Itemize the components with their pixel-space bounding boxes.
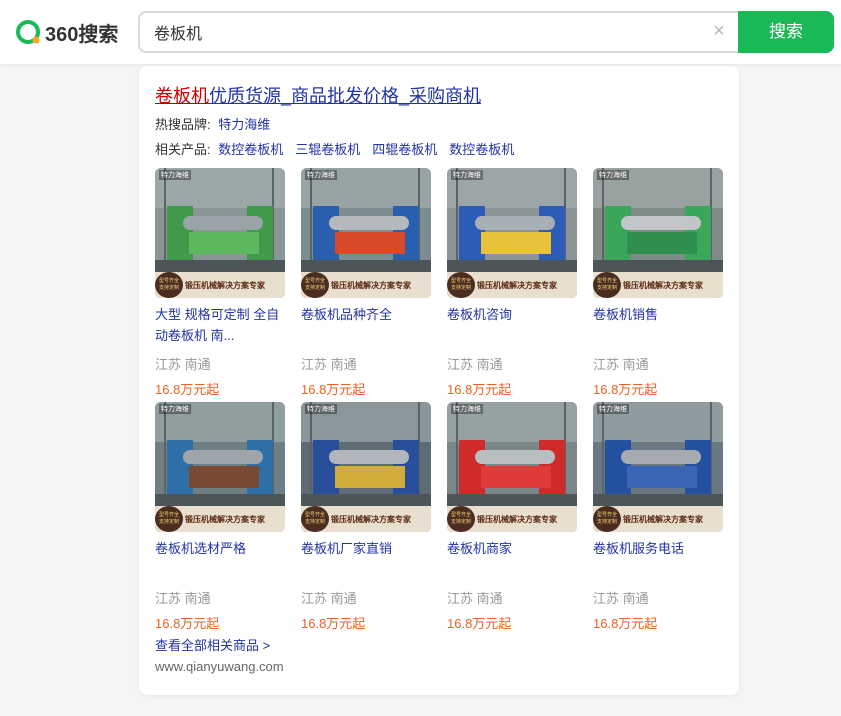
product-image[interactable]: 特力海维型号齐全 支持定制 锻压机械解决方案专家 <box>155 168 285 298</box>
product-title[interactable]: 卷板机商家 <box>447 538 577 580</box>
products-label: 相关产品: <box>155 142 211 157</box>
product-image[interactable]: 特力海维型号齐全 支持定制 锻压机械解决方案专家 <box>301 168 431 298</box>
brand-watermark: 特力海维 <box>451 170 483 180</box>
brand-watermark: 特力海维 <box>305 170 337 180</box>
product-image[interactable]: 特力海维型号齐全 支持定制 锻压机械解决方案专家 <box>447 402 577 532</box>
product-location: 江苏 南通 <box>593 591 649 606</box>
product-link[interactable]: 数控卷板机 <box>218 142 283 157</box>
product-item[interactable]: 特力海维型号齐全 支持定制 锻压机械解决方案专家卷板机品种齐全江苏 南通 16.8万… <box>301 168 431 398</box>
product-location: 江苏 南通 <box>301 591 357 606</box>
brand-watermark: 特力海维 <box>597 404 629 414</box>
banner-text: 锻压机械解决方案专家 <box>185 515 265 524</box>
badge-text: 型号齐全 支持定制 <box>596 278 617 291</box>
product-title[interactable]: 大型 规格可定制 全自动卷板机 南... <box>155 304 285 346</box>
product-link[interactable]: 四辊卷板机 <box>372 142 437 157</box>
logo[interactable]: 360搜索 <box>15 19 119 46</box>
product-price: 16.8万元起 <box>593 616 658 631</box>
badge-text: 型号齐全 支持定制 <box>304 278 325 291</box>
product-image[interactable]: 特力海维型号齐全 支持定制 锻压机械解决方案专家 <box>301 402 431 532</box>
title-highlight: 卷板机 <box>155 86 209 106</box>
product-item[interactable]: 特力海维型号齐全 支持定制 锻压机械解决方案专家卷板机商家江苏 南通 16.8万元起 <box>447 402 577 632</box>
title-rest: 优质货源_商品批发价格_采购商机 <box>209 86 482 106</box>
banner-text: 锻压机械解决方案专家 <box>185 281 265 290</box>
product-image[interactable]: 特力海维型号齐全 支持定制 锻压机械解决方案专家 <box>447 168 577 298</box>
product-title[interactable]: 卷板机销售 <box>593 304 723 346</box>
result-card: 卷板机优质货源_商品批发价格_采购商机 热搜品牌: 特力海维 相关产品: 数控卷… <box>139 66 739 695</box>
logo-icon <box>15 19 42 46</box>
brand-watermark: 特力海维 <box>597 170 629 180</box>
result-title-link[interactable]: 卷板机优质货源_商品批发价格_采购商机 <box>155 82 481 108</box>
product-price: 16.8万元起 <box>301 616 366 631</box>
product-location: 江苏 南通 <box>155 357 211 372</box>
banner-text: 锻压机械解决方案专家 <box>331 281 411 290</box>
banner-text: 锻压机械解决方案专家 <box>477 515 557 524</box>
product-item[interactable]: 特力海维型号齐全 支持定制 锻压机械解决方案专家大型 规格可定制 全自动卷板机 南… <box>155 168 285 398</box>
product-item[interactable]: 特力海维型号齐全 支持定制 锻压机械解决方案专家卷板机选材严格江苏 南通 16.8万… <box>155 402 285 632</box>
product-title[interactable]: 卷板机品种齐全 <box>301 304 431 346</box>
brand-watermark: 特力海维 <box>451 404 483 414</box>
banner-text: 锻压机械解决方案专家 <box>331 515 411 524</box>
product-link[interactable]: 三辊卷板机 <box>295 142 360 157</box>
logo-text: 360搜索 <box>45 23 119 46</box>
product-location: 江苏 南通 <box>447 591 503 606</box>
view-all-link[interactable]: 查看全部相关商品 > <box>155 635 270 654</box>
search-button[interactable]: 搜索 <box>738 11 834 53</box>
product-item[interactable]: 特力海维型号齐全 支持定制 锻压机械解决方案专家卷板机咨询江苏 南通 16.8万元起 <box>447 168 577 398</box>
product-title[interactable]: 卷板机咨询 <box>447 304 577 346</box>
banner-text: 锻压机械解决方案专家 <box>623 281 703 290</box>
badge-text: 型号齐全 支持定制 <box>450 278 471 291</box>
product-location: 江苏 南通 <box>447 357 503 372</box>
badge-text: 型号齐全 支持定制 <box>158 278 179 291</box>
brand-watermark: 特力海维 <box>159 404 191 414</box>
product-price: 16.8万元起 <box>155 382 220 397</box>
product-title[interactable]: 卷板机选材严格 <box>155 538 285 580</box>
brand-watermark: 特力海维 <box>305 404 337 414</box>
banner-text: 锻压机械解决方案专家 <box>477 281 557 290</box>
badge-text: 型号齐全 支持定制 <box>596 512 617 525</box>
product-price: 16.8万元起 <box>593 382 658 397</box>
top-bar: 360搜索 × 搜索 <box>0 0 841 64</box>
product-image[interactable]: 特力海维型号齐全 支持定制 锻压机械解决方案专家 <box>155 402 285 532</box>
product-item[interactable]: 特力海维型号齐全 支持定制 锻压机械解决方案专家卷板机服务电话江苏 南通 16.8万… <box>593 402 723 632</box>
brand-link[interactable]: 特力海维 <box>218 117 270 132</box>
badge-text: 型号齐全 支持定制 <box>450 512 471 525</box>
product-location: 江苏 南通 <box>593 357 649 372</box>
product-price: 16.8万元起 <box>301 382 366 397</box>
search-input[interactable] <box>140 13 680 51</box>
related-products-row: 相关产品: 数控卷板机 三辊卷板机 四辊卷板机 数控卷板机 <box>155 139 526 158</box>
product-title[interactable]: 卷板机服务电话 <box>593 538 723 580</box>
badge-text: 型号齐全 支持定制 <box>304 512 325 525</box>
site-url: www.qianyuwang.com <box>155 659 284 674</box>
clear-icon[interactable]: × <box>710 21 728 41</box>
product-image[interactable]: 特力海维型号齐全 支持定制 锻压机械解决方案专家 <box>593 402 723 532</box>
product-item[interactable]: 特力海维型号齐全 支持定制 锻压机械解决方案专家卷板机销售江苏 南通 16.8万元起 <box>593 168 723 398</box>
product-price: 16.8万元起 <box>447 382 512 397</box>
search-box[interactable]: × <box>138 11 740 53</box>
banner-text: 锻压机械解决方案专家 <box>623 515 703 524</box>
product-image[interactable]: 特力海维型号齐全 支持定制 锻压机械解决方案专家 <box>593 168 723 298</box>
brand-label: 热搜品牌: <box>155 117 211 132</box>
product-item[interactable]: 特力海维型号齐全 支持定制 锻压机械解决方案专家卷板机厂家直销江苏 南通 16.8万… <box>301 402 431 632</box>
product-location: 江苏 南通 <box>301 357 357 372</box>
hot-brand-row: 热搜品牌: 特力海维 <box>155 114 282 133</box>
product-price: 16.8万元起 <box>447 616 512 631</box>
product-title[interactable]: 卷板机厂家直销 <box>301 538 431 580</box>
badge-text: 型号齐全 支持定制 <box>158 512 179 525</box>
product-link[interactable]: 数控卷板机 <box>449 142 514 157</box>
product-location: 江苏 南通 <box>155 591 211 606</box>
product-price: 16.8万元起 <box>155 616 220 631</box>
brand-watermark: 特力海维 <box>159 170 191 180</box>
